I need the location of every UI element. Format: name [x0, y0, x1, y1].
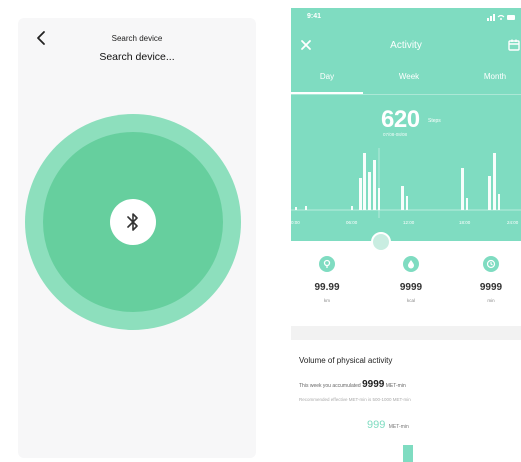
axis-label: 06:00: [346, 220, 358, 225]
tab-month[interactable]: Month: [469, 72, 521, 81]
hist-bar: [368, 172, 371, 210]
axis-label: 18:00: [459, 220, 471, 225]
hist-bar: [351, 206, 353, 210]
activity-screen: 9:41 Activity Day Week Month 620 Steps 0…: [291, 8, 521, 462]
recommendation-text: Recommended effective MET-min is 500-100…: [299, 397, 411, 402]
search-status-text: Search device...: [99, 51, 175, 63]
duration-value: 9999: [479, 282, 503, 293]
met-bar: [403, 445, 413, 462]
hist-bar: [406, 196, 408, 210]
met-value: 999: [367, 419, 386, 431]
hist-bar: [373, 160, 376, 210]
met-summary: 999 MET-min: [367, 419, 409, 431]
duration-unit: min: [487, 298, 495, 303]
activity-histogram: [291, 148, 521, 218]
steps-value: 620: [381, 106, 420, 133]
tabs-divider: [291, 94, 521, 95]
steps-date-range: 07/08-08/08: [383, 132, 408, 137]
clock-icon: [483, 256, 499, 272]
activity-header-panel: 9:41 Activity Day Week Month 620 Steps 0…: [291, 8, 521, 252]
hist-bar: [359, 178, 362, 210]
search-header: Search device Search device...: [18, 18, 256, 70]
page-title: Activity: [390, 40, 422, 51]
calories-icon: [403, 256, 419, 272]
tab-day[interactable]: Day: [291, 72, 363, 81]
section-title: Volume of physical activity: [299, 356, 393, 365]
distance-value: 99.99: [314, 282, 340, 293]
chart-scrub-handle[interactable]: [371, 232, 391, 252]
week-summary-prefix: This week you accumulated: [299, 383, 361, 389]
hist-bar: [305, 206, 307, 210]
hist-bar: [488, 176, 491, 210]
axis-label: 24:00: [507, 220, 519, 225]
calendar-icon: [508, 39, 520, 51]
week-summary-unit: MET-min: [385, 383, 406, 389]
page-title: Search device: [111, 34, 163, 43]
hist-bar: [461, 168, 464, 210]
axis-label: 0:00: [291, 220, 300, 225]
status-time: 9:41: [307, 13, 322, 20]
distance-icon: [319, 256, 335, 272]
met-unit: MET-min: [388, 424, 409, 430]
week-summary-value: 9999: [362, 379, 385, 390]
distance-unit: km: [324, 298, 330, 303]
section-divider: [291, 326, 521, 340]
hist-bar: [295, 207, 297, 210]
axis-label: 12:00: [403, 220, 415, 225]
calories-value: 9999: [399, 282, 423, 293]
status-bar: 9:41: [291, 8, 521, 28]
bluetooth-button[interactable]: [110, 199, 156, 245]
steps-unit: Steps: [428, 118, 441, 124]
calendar-button[interactable]: [507, 38, 521, 52]
calories-unit: kcal: [406, 298, 415, 303]
hist-bar: [466, 198, 468, 210]
hist-bar: [401, 186, 404, 210]
bluetooth-icon: [127, 213, 138, 231]
hist-bar: [498, 194, 500, 210]
search-device-screen: Search device Search device...: [18, 18, 256, 458]
hist-bar: [363, 153, 366, 210]
tab-week[interactable]: Week: [370, 72, 448, 81]
status-icons: [487, 14, 515, 21]
week-summary: This week you accumulated 9999 MET-min: [299, 379, 406, 390]
hist-bar: [493, 153, 496, 210]
